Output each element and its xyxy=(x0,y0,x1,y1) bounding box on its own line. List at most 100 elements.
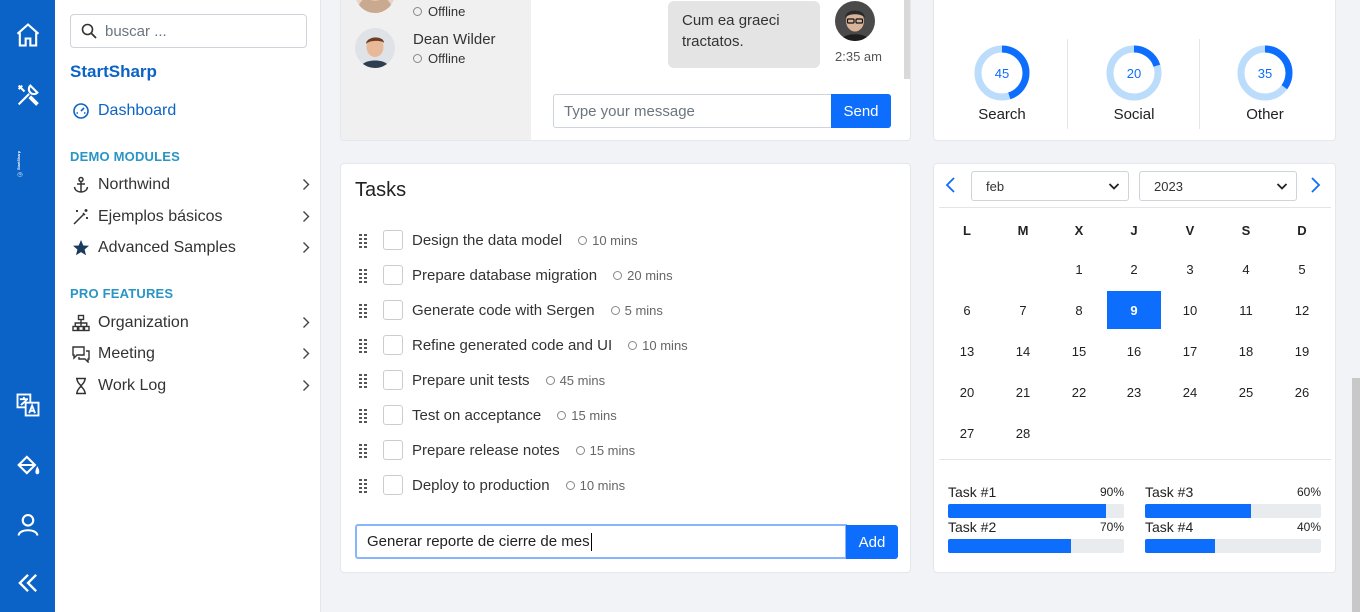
sidebar-item-work-log[interactable]: Work Log xyxy=(70,373,310,399)
task-checkbox[interactable] xyxy=(383,440,403,460)
task-checkbox[interactable] xyxy=(383,370,403,390)
page-scrollbar[interactable] xyxy=(1352,378,1360,612)
month-select[interactable]: feb xyxy=(971,171,1129,201)
search-input[interactable]: buscar ... xyxy=(70,14,307,48)
sidebar-brand[interactable]: StartSharp xyxy=(70,62,157,82)
message-input[interactable]: Type your message xyxy=(553,94,833,128)
avatar-dean[interactable] xyxy=(355,28,395,68)
task-row[interactable]: Prepare release notes 15 mins xyxy=(359,439,879,461)
year-select[interactable]: 2023 xyxy=(1139,171,1297,201)
calendar-day[interactable]: 6 xyxy=(940,291,994,329)
translate-icon[interactable] xyxy=(13,390,43,420)
drag-handle-icon[interactable] xyxy=(359,339,367,353)
calendar-day[interactable]: 5 xyxy=(1275,250,1329,288)
text-cursor xyxy=(590,532,592,551)
calendar-day[interactable]: 2 xyxy=(1107,250,1161,288)
task-row[interactable]: Deploy to production 10 mins xyxy=(359,474,879,496)
clock-icon xyxy=(628,340,638,350)
calendar-day[interactable]: 28 xyxy=(996,414,1050,452)
sidebar-item-dashboard[interactable]: Dashboard xyxy=(70,98,310,124)
task-checkbox[interactable] xyxy=(383,405,403,425)
calendar-day-selected[interactable]: 9 xyxy=(1107,291,1161,329)
task-checkbox[interactable] xyxy=(383,475,403,495)
donut-label: Other xyxy=(1246,106,1284,123)
sidebar-item-northwind[interactable]: Northwind xyxy=(70,172,310,198)
sidebar-item-advanced-samples[interactable]: Advanced Samples xyxy=(70,235,310,261)
calendar-day[interactable]: 14 xyxy=(996,332,1050,370)
task-row[interactable]: Generate code with Sergen 5 mins xyxy=(359,299,879,321)
clock-icon xyxy=(613,270,623,280)
home-icon[interactable] xyxy=(13,20,43,50)
calendar-day[interactable]: 21 xyxy=(996,373,1050,411)
sidebar-item-label: Organization xyxy=(98,314,189,331)
drag-handle-icon[interactable] xyxy=(359,409,367,423)
add-task-button[interactable]: Add xyxy=(846,525,898,559)
calendar-day[interactable]: 25 xyxy=(1219,373,1273,411)
calendar-day[interactable]: 7 xyxy=(996,291,1050,329)
avatar[interactable] xyxy=(355,0,395,13)
prev-month-icon[interactable] xyxy=(944,176,958,194)
task-checkbox[interactable] xyxy=(383,230,403,250)
calendar-day[interactable]: 17 xyxy=(1163,332,1217,370)
weekday-header: S xyxy=(1241,223,1251,238)
task-row[interactable]: Refine generated code and UI 10 mins xyxy=(359,334,879,356)
calendar-day[interactable]: 22 xyxy=(1052,373,1106,411)
task-checkbox[interactable] xyxy=(383,335,403,355)
calendar-day[interactable]: 1 xyxy=(1052,250,1106,288)
task-text: Design the data model xyxy=(412,231,563,249)
calendar-day[interactable]: 24 xyxy=(1163,373,1217,411)
drag-handle-icon[interactable] xyxy=(359,269,367,283)
calendar-day[interactable]: 27 xyxy=(940,414,994,452)
paint-bucket-icon[interactable] xyxy=(13,450,43,480)
task-checkbox[interactable] xyxy=(383,265,403,285)
sidebar-item-ejemplos[interactable]: Ejemplos básicos xyxy=(70,204,310,230)
task-duration-text: 20 mins xyxy=(627,267,673,283)
calendar-day[interactable]: 3 xyxy=(1163,250,1217,288)
task-row[interactable]: Design the data model 10 mins xyxy=(359,229,879,251)
calendar-day[interactable]: 4 xyxy=(1219,250,1273,288)
message-line: Cum ea graeci xyxy=(682,12,780,29)
sidebar-item-meeting[interactable]: Meeting xyxy=(70,341,310,367)
send-button[interactable]: Send xyxy=(831,94,891,128)
drag-handle-icon[interactable] xyxy=(359,479,367,493)
calendar-day[interactable]: 20 xyxy=(940,373,994,411)
task-duration: 15 mins xyxy=(575,443,635,458)
contact-status: Offline xyxy=(413,4,465,19)
task-row[interactable]: Prepare unit tests 45 mins xyxy=(359,369,879,391)
task-duration: 10 mins xyxy=(628,338,688,353)
drag-handle-icon[interactable] xyxy=(359,444,367,458)
calendar-day[interactable]: 15 xyxy=(1052,332,1106,370)
calendar-day[interactable]: 10 xyxy=(1163,291,1217,329)
user-icon[interactable] xyxy=(13,510,43,540)
calendar-day[interactable]: 13 xyxy=(940,332,994,370)
progress-label: Task #4 xyxy=(1145,519,1194,535)
task-duration-text: 10 mins xyxy=(579,477,626,493)
drag-handle-icon[interactable] xyxy=(359,304,367,318)
calendar-day[interactable]: 16 xyxy=(1107,332,1161,370)
contact-name[interactable]: Dean Wilder xyxy=(413,31,496,48)
calendar-day[interactable]: 8 xyxy=(1052,291,1106,329)
weekday-header: J xyxy=(1130,223,1138,238)
drag-handle-icon[interactable] xyxy=(359,234,367,248)
task-row[interactable]: Prepare database migration 20 mins xyxy=(359,264,879,286)
section-title-demo: DEMO MODULES xyxy=(70,149,181,164)
next-month-icon[interactable] xyxy=(1308,176,1322,194)
calendar-day[interactable]: 19 xyxy=(1275,332,1329,370)
calendar-day[interactable]: 11 xyxy=(1219,291,1273,329)
calendar-day[interactable]: 23 xyxy=(1107,373,1161,411)
tools-icon[interactable] xyxy=(13,80,43,110)
new-task-input[interactable]: Generar reporte de cierre de mes xyxy=(355,524,847,559)
calendar-day[interactable]: 12 xyxy=(1275,291,1329,329)
drag-handle-icon[interactable] xyxy=(359,374,367,388)
calendar-day[interactable]: 26 xyxy=(1275,373,1329,411)
anchor-icon xyxy=(70,176,92,194)
search-placeholder: buscar ... xyxy=(105,22,167,40)
calendar-day[interactable]: 18 xyxy=(1219,332,1273,370)
task-text: Prepare unit tests xyxy=(412,371,530,389)
month-value: feb xyxy=(986,178,1005,194)
task-row[interactable]: Test on acceptance 15 mins xyxy=(359,404,879,426)
chat-scrollbar[interactable] xyxy=(904,0,910,79)
task-checkbox[interactable] xyxy=(383,300,403,320)
sidebar-item-organization[interactable]: Organization xyxy=(70,310,310,336)
collapse-icon[interactable] xyxy=(13,568,43,598)
